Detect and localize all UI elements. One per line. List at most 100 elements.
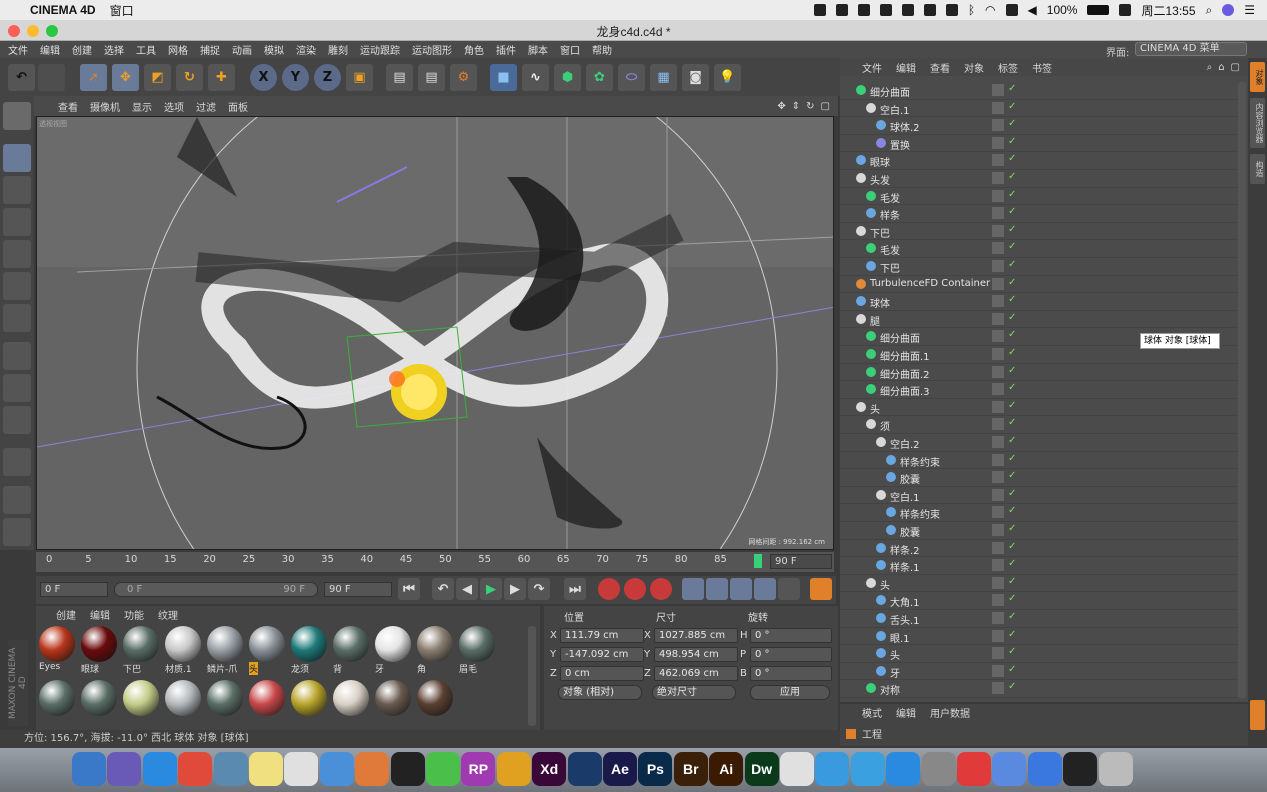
- recent-tool-button[interactable]: ✚: [208, 64, 235, 91]
- menu-item[interactable]: 捕捉: [200, 42, 220, 57]
- dock-app-icon[interactable]: [284, 752, 319, 786]
- dock-app-icon[interactable]: [319, 752, 354, 786]
- next-frame-button[interactable]: ▶: [504, 578, 526, 600]
- dock-app-icon[interactable]: [213, 752, 248, 786]
- dock-app-icon[interactable]: [780, 752, 814, 786]
- object-name[interactable]: 样条.1: [890, 559, 920, 574]
- visibility-toggle[interactable]: [992, 629, 1004, 642]
- visibility-toggle[interactable]: [992, 453, 1004, 466]
- clock[interactable]: 周二13:55: [1141, 2, 1195, 19]
- max-frame-field[interactable]: 90 F: [324, 582, 392, 597]
- next-key-button[interactable]: ↷: [528, 578, 550, 600]
- light-button[interactable]: 💡: [714, 64, 741, 91]
- play-button[interactable]: ▶: [480, 578, 502, 600]
- object-scrollbar[interactable]: [1238, 82, 1246, 698]
- enabled-check-icon[interactable]: ✓: [1008, 382, 1016, 393]
- dock-app-icon[interactable]: Xd: [532, 752, 567, 786]
- dock-app-icon[interactable]: [957, 752, 991, 786]
- object-name[interactable]: 空白.1: [890, 489, 920, 504]
- move-view-icon[interactable]: ⇕: [792, 101, 800, 112]
- enabled-check-icon[interactable]: ✓: [1008, 646, 1016, 657]
- object-name[interactable]: 样条约束: [900, 454, 940, 469]
- dock-app-icon[interactable]: [1063, 752, 1098, 786]
- object-menu-item[interactable]: 查看: [930, 60, 950, 75]
- object-name[interactable]: 胶囊: [900, 524, 920, 539]
- coordinate-mode-select[interactable]: 对象 (相对): [558, 685, 642, 700]
- dock-app-icon[interactable]: [72, 752, 106, 786]
- material-swatch[interactable]: 眼球: [80, 626, 118, 675]
- object-row[interactable]: 头 ✓: [840, 399, 1238, 417]
- notification-center-icon[interactable]: ☰: [1244, 3, 1255, 17]
- viewport-menu-item[interactable]: 选项: [164, 99, 184, 114]
- enabled-check-icon[interactable]: ✓: [1008, 593, 1016, 604]
- enabled-check-icon[interactable]: ✓: [1008, 611, 1016, 622]
- dock-app-icon[interactable]: Dw: [744, 752, 779, 786]
- dock-app-icon[interactable]: [178, 752, 213, 786]
- prev-frame-button[interactable]: ◀: [456, 578, 478, 600]
- 3d-viewport[interactable]: 透视视图 网格间距 : 992.162 cm: [36, 116, 834, 550]
- material-swatch[interactable]: 材质.1: [164, 626, 202, 675]
- key-position-button[interactable]: [682, 578, 704, 600]
- enabled-check-icon[interactable]: ✓: [1008, 136, 1016, 147]
- object-row[interactable]: 腿 ✓: [840, 311, 1238, 329]
- qq-icon[interactable]: [813, 4, 826, 16]
- material-swatch[interactable]: [290, 680, 328, 724]
- lock-workplane-button[interactable]: [3, 486, 31, 514]
- siri-icon[interactable]: [1222, 4, 1235, 16]
- object-menu-item[interactable]: 编辑: [896, 60, 916, 75]
- object-row[interactable]: 下巴 ✓: [840, 223, 1238, 241]
- visibility-toggle[interactable]: [992, 101, 1004, 114]
- material-menu-item[interactable]: 编辑: [90, 607, 110, 622]
- render-view-button[interactable]: ▤: [386, 64, 413, 91]
- render-picture-viewer-button[interactable]: ▤: [418, 64, 445, 91]
- edges-mode-button[interactable]: [3, 272, 31, 300]
- end-frame-field[interactable]: 90 F: [770, 554, 832, 569]
- object-row[interactable]: 下巴 ✓: [840, 258, 1238, 276]
- dock-app-icon[interactable]: RP: [461, 752, 496, 786]
- tab-structure[interactable]: 构造: [1250, 154, 1265, 184]
- dock-app-icon[interactable]: Br: [673, 752, 708, 786]
- object-row[interactable]: 眼球 ✓: [840, 152, 1238, 170]
- select-tool-button[interactable]: ➚: [80, 64, 107, 91]
- visibility-toggle[interactable]: [992, 488, 1004, 501]
- object-row[interactable]: 头发 ✓: [840, 170, 1238, 188]
- visibility-toggle[interactable]: [992, 365, 1004, 378]
- axis-mode-button[interactable]: [3, 342, 31, 370]
- record-keys-button[interactable]: [598, 578, 620, 600]
- object-name[interactable]: 毛发: [880, 242, 900, 257]
- planar-workplane-button[interactable]: [3, 518, 31, 546]
- object-row[interactable]: 样条 ✓: [840, 205, 1238, 223]
- object-name[interactable]: 样条.2: [890, 542, 920, 557]
- go-to-start-button[interactable]: ⏮: [398, 578, 420, 600]
- material-swatch[interactable]: [80, 680, 118, 724]
- points-mode-button[interactable]: [3, 240, 31, 268]
- object-name[interactable]: 球体: [870, 295, 890, 310]
- enabled-check-icon[interactable]: ✓: [1008, 153, 1016, 164]
- menu-item[interactable]: 插件: [496, 42, 516, 57]
- material-menu-item[interactable]: 创建: [56, 607, 76, 622]
- material-swatch[interactable]: [164, 680, 202, 724]
- object-row[interactable]: 胶囊 ✓: [840, 522, 1238, 540]
- render-settings-button[interactable]: ⚙: [450, 64, 477, 91]
- enabled-check-icon[interactable]: ✓: [1008, 505, 1016, 516]
- dock-app-icon[interactable]: [390, 752, 425, 786]
- wechat-icon[interactable]: [857, 4, 870, 16]
- subdivision-button[interactable]: ⬢: [554, 64, 581, 91]
- object-row[interactable]: TurbulenceFD Container ✓: [840, 276, 1238, 294]
- object-name[interactable]: 大角.1: [890, 594, 920, 609]
- dock-app-icon[interactable]: [355, 752, 390, 786]
- enabled-check-icon[interactable]: ✓: [1008, 681, 1016, 692]
- visibility-toggle[interactable]: [992, 524, 1004, 536]
- visibility-toggle[interactable]: [992, 136, 1004, 149]
- material-swatch[interactable]: [332, 680, 370, 724]
- size-x-field[interactable]: 1027.885 cm: [654, 628, 738, 643]
- timeline-button[interactable]: [810, 578, 832, 600]
- visibility-toggle[interactable]: [992, 682, 1004, 695]
- object-name[interactable]: 细分曲面: [870, 84, 910, 99]
- object-name[interactable]: 胶囊: [900, 471, 920, 486]
- rotation-b-field[interactable]: 0 °: [750, 666, 832, 681]
- menu-item[interactable]: 模拟: [264, 42, 284, 57]
- menu-item[interactable]: 编辑: [40, 42, 60, 57]
- current-frame-field[interactable]: 0 F: [40, 582, 108, 597]
- dock-app-icon[interactable]: [1098, 752, 1133, 786]
